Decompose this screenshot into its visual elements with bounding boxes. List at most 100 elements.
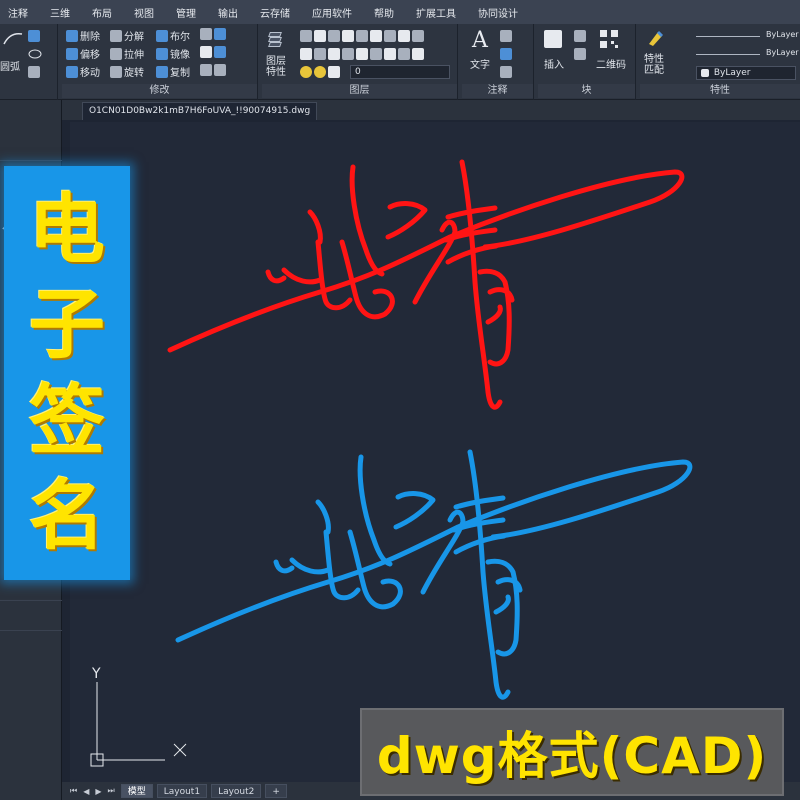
- color-swatch-icon: [701, 68, 709, 77]
- array-icon[interactable]: [200, 64, 228, 76]
- color-swatch-icon: [328, 66, 340, 78]
- format-badge: dwg格式(CAD): [360, 708, 784, 796]
- move-label: 移动: [80, 68, 100, 79]
- menu-manage[interactable]: 管理: [176, 5, 196, 20]
- offset-label: 偏移: [80, 50, 100, 61]
- first-tab-arrow-icon[interactable]: ⏮: [70, 786, 77, 796]
- dots-icon[interactable]: [28, 30, 42, 42]
- erase-icon: [66, 29, 78, 42]
- tab-model[interactable]: 模型: [120, 784, 153, 798]
- linetype-bylayer[interactable]: ByLayer: [766, 30, 799, 39]
- properties-panel-title[interactable]: 特性: [640, 84, 800, 98]
- next-tab-arrow-icon[interactable]: ▶: [95, 787, 101, 796]
- block-attribute-icon[interactable]: [574, 48, 588, 60]
- modify-panel-title[interactable]: 修改: [62, 84, 257, 98]
- palette-divider: [0, 600, 62, 601]
- layer-stack-icon[interactable]: [268, 30, 288, 50]
- explode-icon: [110, 29, 122, 42]
- menu-help[interactable]: 帮助: [374, 5, 394, 20]
- layer-state-icons[interactable]: [300, 66, 342, 78]
- mirror-button[interactable]: 镜像: [156, 46, 190, 61]
- lineweight-sample: [696, 36, 760, 37]
- banner-char: 电: [29, 184, 105, 274]
- menu-3d[interactable]: 三维: [50, 5, 70, 20]
- stretch-icon: [110, 47, 122, 60]
- boolean-button[interactable]: 布尔: [156, 28, 190, 43]
- menu-annotate[interactable]: 注释: [8, 5, 28, 20]
- dimension-icon[interactable]: [500, 30, 514, 42]
- match-properties-button[interactable]: 特性 匹配: [644, 54, 664, 76]
- menu-layout[interactable]: 布局: [92, 5, 112, 20]
- move-button[interactable]: 移动: [66, 64, 100, 79]
- sun-icon: [314, 66, 326, 78]
- palette-divider: [0, 630, 62, 631]
- region-icon[interactable]: [28, 66, 42, 78]
- color-select[interactable]: ByLayer: [696, 66, 796, 80]
- rotate-label: 旋转: [124, 68, 144, 79]
- move-icon: [66, 65, 78, 78]
- menu-collaboration[interactable]: 协同设计: [478, 5, 518, 20]
- palette-divider: [0, 160, 62, 161]
- offset-button[interactable]: 偏移: [66, 46, 100, 61]
- menu-extensions[interactable]: 扩展工具: [416, 5, 456, 20]
- table-icon[interactable]: [500, 66, 514, 78]
- last-tab-arrow-icon[interactable]: ⏭: [108, 786, 115, 796]
- menu-cloud-storage[interactable]: 云存储: [260, 5, 290, 20]
- qrcode-icon[interactable]: [600, 30, 618, 48]
- layers-panel: 图层 特性 0 图层: [262, 24, 458, 100]
- menu-view[interactable]: 视图: [134, 5, 154, 20]
- ellipse-icon[interactable]: [28, 48, 42, 60]
- fillet-icon[interactable]: [200, 46, 228, 58]
- layers-panel-title[interactable]: 图层: [262, 84, 457, 98]
- rotate-icon: [110, 65, 122, 78]
- block-edit-icons[interactable]: [574, 30, 588, 42]
- match-properties-icon[interactable]: [646, 28, 666, 48]
- layer-select[interactable]: 0: [350, 65, 450, 79]
- annotation-panel-title[interactable]: 注释: [462, 84, 533, 98]
- layer-tool-icons-row-1[interactable]: [300, 30, 426, 42]
- text-icon[interactable]: A: [472, 28, 488, 53]
- tab-layout1[interactable]: Layout1: [156, 784, 208, 798]
- explode-button[interactable]: 分解: [110, 28, 144, 43]
- annotation-panel: A 文字 注释: [462, 24, 534, 100]
- block-panel-title[interactable]: 块: [538, 84, 635, 98]
- rotate-button[interactable]: 旋转: [110, 64, 144, 79]
- properties-panel: 特性 匹配 ByLayer ByLayer ByLayer 特性: [640, 24, 800, 100]
- mirror-icon: [156, 47, 168, 60]
- prev-tab-arrow-icon[interactable]: ◀: [83, 787, 89, 796]
- modify-panel: 删除 分解 布尔 偏移 拉伸 镜像 移动 旋转 复制 修改: [62, 24, 258, 100]
- lineweight-bylayer[interactable]: ByLayer: [766, 48, 799, 57]
- trim-icon[interactable]: [200, 28, 228, 40]
- arc-tool-label[interactable]: 圆弧: [0, 58, 20, 73]
- copy-label: 复制: [170, 68, 190, 79]
- leader-icon[interactable]: [500, 48, 514, 60]
- insert-block-icon[interactable]: [544, 30, 564, 48]
- erase-label: 删除: [80, 32, 100, 43]
- format-badge-text: dwg格式(CAD): [376, 727, 768, 785]
- tab-layout2[interactable]: Layout2: [211, 784, 262, 798]
- draw-panel: 圆弧: [0, 24, 58, 100]
- layer-tool-icons-row-2[interactable]: [300, 48, 426, 60]
- qrcode-label[interactable]: 二维码: [596, 56, 626, 71]
- menu-output[interactable]: 输出: [218, 5, 238, 20]
- text-tool-label[interactable]: 文字: [470, 56, 490, 71]
- copy-button[interactable]: 复制: [156, 64, 190, 79]
- color-bylayer: ByLayer: [713, 68, 751, 78]
- erase-button[interactable]: 删除: [66, 28, 100, 43]
- arc-icon[interactable]: [2, 30, 24, 46]
- stretch-button[interactable]: 拉伸: [110, 46, 144, 61]
- boolean-icon: [156, 29, 168, 42]
- menu-bar: 注释 三维 布局 视图 管理 输出 云存储 应用软件 帮助 扩展工具 协同设计: [0, 0, 800, 24]
- drawing-canvas[interactable]: Y: [70, 122, 800, 782]
- insert-block-label[interactable]: 插入: [544, 56, 564, 71]
- banner-char: 签: [29, 375, 105, 465]
- document-tab[interactable]: O1CN01D0Bw2k1mB7H6FoUVA_!!90074915.dwg: [82, 102, 318, 120]
- layer-properties-button[interactable]: 图层 特性: [266, 56, 286, 78]
- banner-char: 子: [29, 280, 105, 370]
- linetype-sample: [696, 54, 760, 55]
- menu-apps[interactable]: 应用软件: [312, 5, 352, 20]
- ucs-icon: [90, 682, 187, 767]
- tab-add-layout[interactable]: +: [265, 784, 287, 798]
- stretch-label: 拉伸: [124, 50, 144, 61]
- offset-icon: [66, 47, 78, 60]
